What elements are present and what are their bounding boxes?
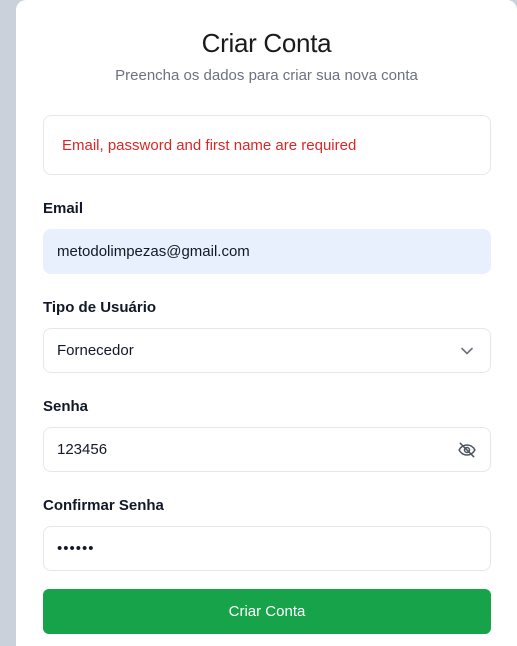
confirm-password-label: Confirmar Senha bbox=[43, 497, 164, 514]
user-type-label: Tipo de Usuário bbox=[43, 299, 157, 316]
email-label: Email bbox=[43, 200, 84, 217]
signup-card: Criar Conta Preencha os dados para criar… bbox=[16, 0, 517, 646]
eye-off-icon[interactable] bbox=[456, 439, 478, 461]
page-subtitle: Preencha os dados para criar sua nova co… bbox=[115, 67, 418, 84]
password-value: 123456 bbox=[57, 441, 108, 458]
confirm-password-value: •••••• bbox=[57, 540, 95, 557]
chevron-down-icon bbox=[456, 340, 478, 362]
error-alert: Email, password and first name are requi… bbox=[43, 115, 491, 175]
user-type-selected: Fornecedor bbox=[57, 342, 134, 359]
email-field[interactable]: metodolimpezas@gmail.com bbox=[43, 229, 491, 274]
error-message: Email, password and first name are requi… bbox=[62, 136, 357, 154]
user-type-select[interactable]: Fornecedor bbox=[43, 328, 491, 373]
page-title: Criar Conta bbox=[201, 28, 332, 58]
create-account-button[interactable]: Criar Conta bbox=[43, 589, 491, 634]
email-value: metodolimpezas@gmail.com bbox=[57, 243, 250, 260]
password-label: Senha bbox=[43, 398, 89, 415]
confirm-password-field[interactable]: •••••• bbox=[43, 526, 491, 571]
password-field[interactable]: 123456 bbox=[43, 427, 491, 472]
